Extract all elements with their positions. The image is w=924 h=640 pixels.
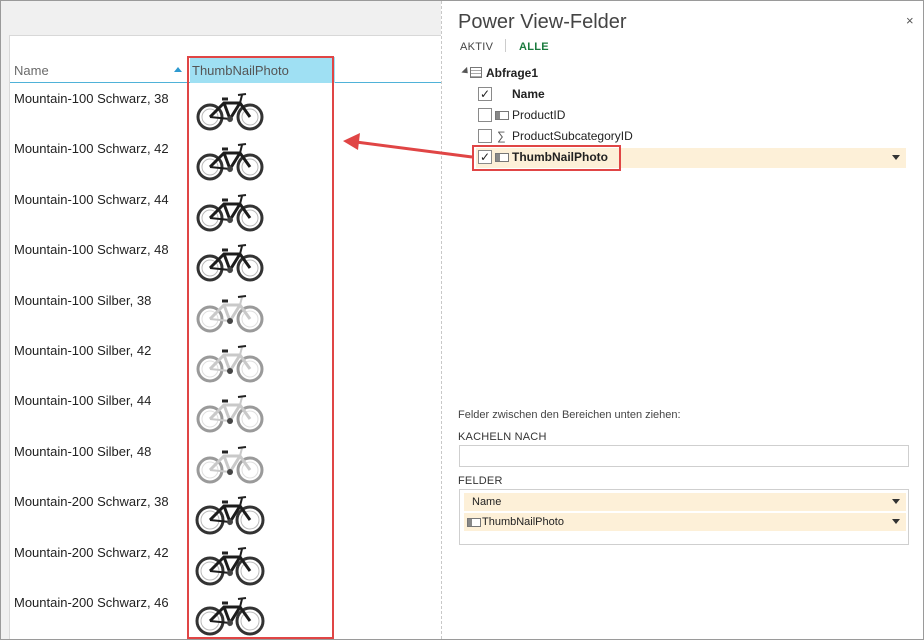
column-header-thumbnailphoto-label: ThumbNailPhoto	[192, 63, 289, 78]
tab-all[interactable]: ALLE	[519, 41, 549, 53]
sort-ascending-icon[interactable]	[174, 67, 182, 72]
report-canvas: Name ThumbNailPhoto Mountain-100 Schwarz…	[1, 1, 441, 639]
bike-thumbnail-image	[194, 391, 266, 435]
field-label: Name	[512, 87, 545, 101]
table-visualization[interactable]: Name ThumbNailPhoto Mountain-100 Schwarz…	[9, 35, 441, 639]
image-field-icon	[495, 111, 509, 120]
table-row[interactable]: Mountain-100 Schwarz, 44	[10, 190, 441, 240]
row-name-cell: Mountain-100 Silber, 48	[14, 443, 152, 459]
sigma-icon: ∑	[497, 129, 506, 143]
tab-divider	[505, 39, 506, 52]
row-name-cell: Mountain-100 Schwarz, 48	[14, 242, 169, 258]
field-name[interactable]: ✓ Name	[476, 85, 906, 105]
table-row[interactable]: Mountain-100 Schwarz, 48	[10, 240, 441, 290]
table-row[interactable]: Mountain-100 Silber, 44	[10, 391, 441, 441]
well-item-label: Name	[472, 496, 502, 508]
row-name-cell: Mountain-200 Schwarz, 38	[14, 494, 169, 510]
field-thumbnailphoto[interactable]: ✓ ThumbNailPhoto	[476, 148, 906, 168]
row-name-cell: Mountain-100 Schwarz, 42	[14, 141, 169, 157]
table-row[interactable]: Mountain-200 Schwarz, 38	[10, 492, 441, 542]
table-row[interactable]: Mountain-100 Schwarz, 42	[10, 139, 441, 189]
row-name-cell: Mountain-100 Silber, 44	[14, 393, 152, 409]
row-name-cell: Mountain-100 Silber, 42	[14, 343, 152, 358]
column-header-thumbnailphoto[interactable]: ThumbNailPhoto	[190, 57, 335, 83]
table-icon	[470, 67, 482, 78]
dropdown-arrow-icon[interactable]	[892, 155, 900, 160]
row-name-cell: Mountain-100 Silber, 38	[14, 292, 152, 308]
field-checkbox-productsubcategoryid[interactable]	[478, 129, 492, 143]
well-item-label: ThumbNailPhoto	[482, 516, 564, 528]
row-name-cell: Mountain-200 Schwarz, 42	[14, 544, 169, 560]
power-view-fields-pane: Power View-Felder × AKTIV ALLE Abfrage1 …	[442, 1, 923, 639]
table-node-label: Abfrage1	[486, 66, 539, 80]
bike-thumbnail-image	[194, 593, 266, 637]
fields-label: FELDER	[458, 475, 503, 487]
bike-thumbnail-image	[194, 190, 266, 234]
bike-thumbnail-image	[194, 341, 266, 385]
row-name-cell: Mountain-100 Schwarz, 38	[14, 91, 169, 106]
close-icon[interactable]: ×	[906, 13, 914, 28]
image-field-icon	[495, 153, 509, 162]
image-field-icon	[467, 518, 481, 527]
field-checkbox-productid[interactable]	[478, 108, 492, 122]
table-row[interactable]: Mountain-100 Silber, 38	[10, 291, 441, 341]
table-row[interactable]: Mountain-200 Schwarz, 42	[10, 543, 441, 593]
table-row[interactable]: Mountain-100 Silber, 48	[10, 442, 441, 492]
bike-thumbnail-image	[194, 291, 266, 335]
bike-thumbnail-image	[194, 89, 266, 133]
pane-title: Power View-Felder	[458, 11, 627, 33]
row-name-cell: Mountain-200 Schwarz, 46	[14, 595, 169, 610]
field-label: ProductSubcategoryID	[512, 129, 633, 143]
drag-hint: Felder zwischen den Bereichen unten zieh…	[458, 409, 681, 421]
bike-thumbnail-image	[194, 492, 266, 536]
tiles-by-label: KACHELN NACH	[458, 431, 547, 443]
bike-thumbnail-image	[194, 543, 266, 587]
column-header-name[interactable]: Name	[14, 63, 49, 78]
bike-thumbnail-image	[194, 240, 266, 284]
table-row[interactable]: Mountain-100 Schwarz, 38	[10, 89, 441, 139]
table-row[interactable]: Mountain-100 Silber, 42	[10, 341, 441, 391]
field-checkbox-name[interactable]: ✓	[478, 87, 492, 101]
dropdown-arrow-icon[interactable]	[892, 519, 900, 524]
field-checkbox-thumbnailphoto[interactable]: ✓	[478, 150, 492, 164]
fields-well[interactable]: Name ThumbNailPhoto	[459, 489, 909, 545]
well-item-thumbnailphoto[interactable]: ThumbNailPhoto	[464, 513, 906, 531]
row-name-cell: Mountain-100 Schwarz, 44	[14, 191, 169, 207]
table-header: Name ThumbNailPhoto	[10, 57, 441, 83]
field-productid[interactable]: ProductID	[476, 106, 906, 126]
field-productsubcategoryid[interactable]: ∑ ProductSubcategoryID	[476, 127, 906, 147]
well-item-name[interactable]: Name	[464, 493, 906, 511]
table-row[interactable]: Mountain-200 Schwarz, 46	[10, 593, 441, 639]
field-label: ProductID	[512, 108, 566, 122]
tiles-by-well[interactable]	[459, 445, 909, 467]
field-label: ThumbNailPhoto	[512, 150, 608, 164]
dropdown-arrow-icon[interactable]	[892, 499, 900, 504]
tab-active[interactable]: AKTIV	[460, 41, 493, 53]
bike-thumbnail-image	[194, 442, 266, 486]
bike-thumbnail-image	[194, 139, 266, 183]
